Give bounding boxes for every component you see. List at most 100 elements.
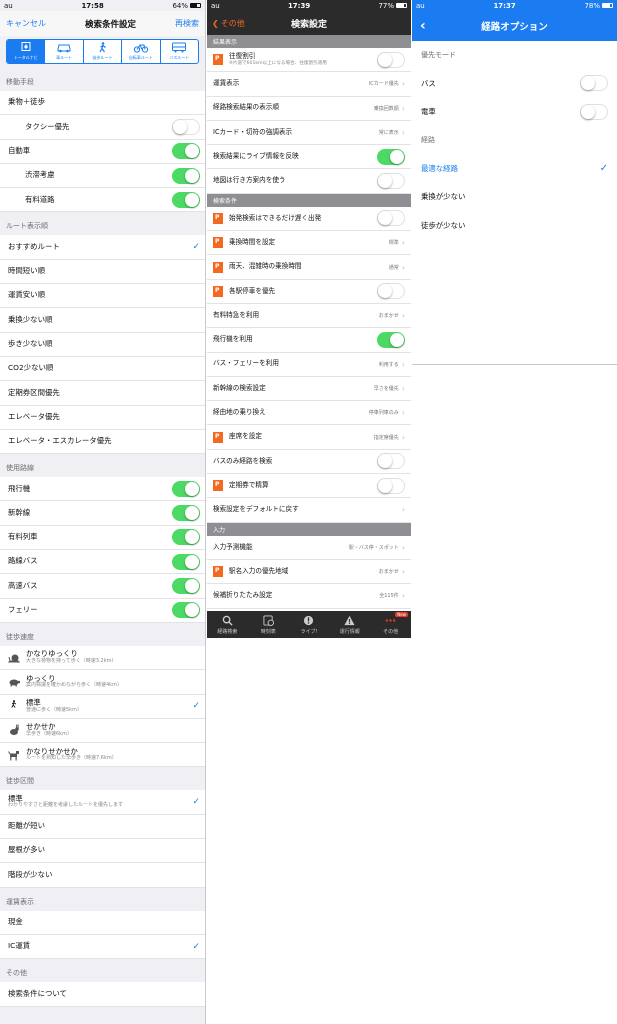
toggle-switch[interactable] (172, 167, 200, 184)
setting-row[interactable]: バス・フェリーを利用 利用する › (207, 352, 411, 377)
row-content: せかせか 早歩き（時速6km） (8, 723, 72, 737)
tab-more[interactable]: その他 New (370, 611, 411, 638)
option-row[interactable]: かなりゆっくり 大きな荷物を持って歩く（時速3.2km） (0, 645, 205, 671)
toggle-row[interactable]: 路線バス (0, 550, 205, 575)
option-row[interactable]: 時間短い順 (0, 259, 205, 285)
tab-warning[interactable]: 運行情報 (329, 611, 370, 638)
option-row[interactable]: 屋根が多い (0, 839, 205, 864)
setting-row[interactable]: 有料特急を利用 おまかせ › (207, 303, 411, 329)
list-item[interactable]: 検索条件について (0, 982, 205, 1007)
back-chevron-icon[interactable]: ‹ (420, 18, 426, 34)
toggle-row[interactable]: 飛行機 (0, 477, 205, 502)
setting-row[interactable]: ICカード・切符の強調表示 常に表示 › (207, 120, 411, 146)
toggle-switch[interactable] (172, 118, 200, 135)
toggle-switch[interactable] (377, 210, 405, 227)
option-row[interactable]: 現金 (0, 910, 205, 935)
toggle-switch[interactable] (172, 480, 200, 497)
setting-row[interactable]: 新幹線の検索設定 早さを優先 › (207, 376, 411, 402)
option-row[interactable]: 運賃安い順 (0, 284, 205, 309)
toggle-switch[interactable] (377, 477, 405, 494)
option-row[interactable]: かなりせかせか ルートを熟知した早歩き（時速7.6km） (0, 743, 205, 768)
toggle-switch[interactable] (172, 143, 200, 160)
toggle-row[interactable]: 始発検索はできるだけ遅く出発 (207, 206, 411, 232)
toggle-switch[interactable] (377, 453, 405, 470)
toggle-row[interactable]: 飛行機を利用 (207, 328, 411, 353)
back-button[interactable]: ❮ その他 (212, 18, 245, 29)
toggle-row[interactable]: 往復割引※片道で601km以上になる場合、往復割引適用 (207, 48, 411, 73)
setting-row[interactable]: 候補折りたたみ設定 全115件 › (207, 584, 411, 609)
row-text: 運賃安い順 (8, 291, 45, 300)
segment-total-navi[interactable]: トータルナビ (7, 40, 46, 63)
option-row[interactable]: 標準 わかりやすさと距離を考慮したルートを優先します ✓ (0, 790, 205, 815)
toggle-row[interactable]: 有料列車 (0, 525, 205, 551)
toggle-switch[interactable] (377, 148, 405, 165)
toggle-switch[interactable] (377, 173, 405, 190)
row-text: 有料道路 (25, 195, 55, 205)
option-row[interactable]: IC運賃 ✓ (0, 934, 205, 960)
setting-row[interactable]: 乗換時間を設定 標準› (207, 231, 411, 256)
toggle-switch[interactable] (172, 505, 200, 522)
row-label: エレベータ優先 (8, 411, 60, 421)
setting-row[interactable]: 入力予測機能 駅・バス停・スポット › (207, 535, 411, 560)
toggle-row[interactable]: バスのみ経路を検索 (207, 449, 411, 475)
option-row[interactable]: 乗換が少ない (412, 183, 617, 212)
toggle-switch[interactable] (172, 553, 200, 570)
list-item[interactable]: 乗物＋徒歩 (0, 91, 205, 116)
toggle-row[interactable]: フェリー (0, 598, 205, 623)
research-button[interactable]: 再検索 (175, 18, 199, 29)
row-value: 常に表示 › (379, 128, 405, 137)
setting-row[interactable]: 検索設定をデフォルトに戻す › (207, 498, 411, 523)
option-row[interactable]: エレベータ・エスカレータ優先 (0, 429, 205, 455)
cancel-button[interactable]: キャンセル (6, 18, 46, 29)
option-row[interactable]: 標準 普通に歩く（時速5km） ✓ (0, 694, 205, 719)
toggle-switch[interactable] (377, 331, 405, 348)
option-row[interactable]: CO2少ない順 (0, 356, 205, 382)
option-row[interactable]: エレベータ優先 (0, 405, 205, 430)
toggle-row[interactable]: 新幹線 (0, 501, 205, 526)
toggle-row[interactable]: 電車 (412, 98, 617, 127)
toggle-switch[interactable] (172, 191, 200, 208)
toggle-switch[interactable] (172, 602, 200, 619)
setting-row[interactable]: 経路検索結果の表示順 乗換回数順 › (207, 96, 411, 121)
setting-row[interactable]: 経由地の乗り換え 停車列車のみ › (207, 401, 411, 426)
tab-timetable[interactable]: 時刻表 (248, 611, 289, 638)
toggle-row[interactable]: 各駅停車を優先 (207, 279, 411, 304)
option-row[interactable]: 定期券区間優先 (0, 381, 205, 406)
toggle-row[interactable]: 渋滞考慮 (0, 163, 205, 189)
option-row[interactable]: 乗換少ない順 (0, 308, 205, 333)
toggle-switch[interactable] (172, 577, 200, 594)
toggle-switch[interactable] (580, 103, 608, 120)
toggle-switch[interactable] (172, 529, 200, 546)
setting-row[interactable]: 座席を設定 指定席優先› (207, 425, 411, 450)
setting-row[interactable]: 駅名入力の優先地域 おまかせ› (207, 559, 411, 585)
toggle-row[interactable]: 検索結果にライブ情報を反映 (207, 145, 411, 170)
option-row[interactable]: 階段が少ない (0, 863, 205, 888)
option-row[interactable]: せかせか 早歩き（時速6km） (0, 718, 205, 744)
toggle-row[interactable]: 定期券で精算 (207, 474, 411, 499)
segment-walker[interactable]: 徒歩ルート (84, 40, 123, 63)
option-row[interactable]: 最適な経路 ✓ (412, 154, 617, 183)
row-content: タクシー優先 (25, 122, 69, 132)
toggle-row[interactable]: 自動車 (0, 139, 205, 164)
toggle-switch[interactable] (377, 283, 405, 300)
toggle-switch[interactable] (377, 51, 405, 68)
toggle-row[interactable]: 高速バス (0, 574, 205, 599)
option-row[interactable]: ゆっくり 案内標識を確かめながら歩く（時速4km） (0, 670, 205, 695)
toggle-switch[interactable] (580, 75, 608, 92)
tab-live[interactable]: ライブ! (289, 611, 330, 638)
toggle-row[interactable]: タクシー優先 (0, 115, 205, 140)
setting-row[interactable]: 雨天、混雑時の乗換時間 通常› (207, 255, 411, 280)
setting-row[interactable]: 運賃表示 ICカード優先 › (207, 72, 411, 97)
toggle-row[interactable]: バス (412, 69, 617, 98)
option-row[interactable]: おすすめルート ✓ (0, 235, 205, 260)
toggle-row[interactable]: 地図は行き方案内を使う (207, 169, 411, 194)
segment-bicycle[interactable]: 自転車ルート (122, 40, 161, 63)
option-row[interactable]: 距離が短い (0, 814, 205, 840)
row-text: 雨天、混雑時の乗換時間 (229, 263, 302, 271)
option-row[interactable]: 歩き少ない順 (0, 332, 205, 357)
option-row[interactable]: 徒歩が少ない (412, 211, 617, 240)
segment-car[interactable]: 車ルート (45, 40, 84, 63)
segment-bus[interactable]: バスルート (161, 40, 198, 63)
toggle-row[interactable]: 有料道路 (0, 188, 205, 213)
tab-search[interactable]: 経路検索 (207, 611, 248, 638)
